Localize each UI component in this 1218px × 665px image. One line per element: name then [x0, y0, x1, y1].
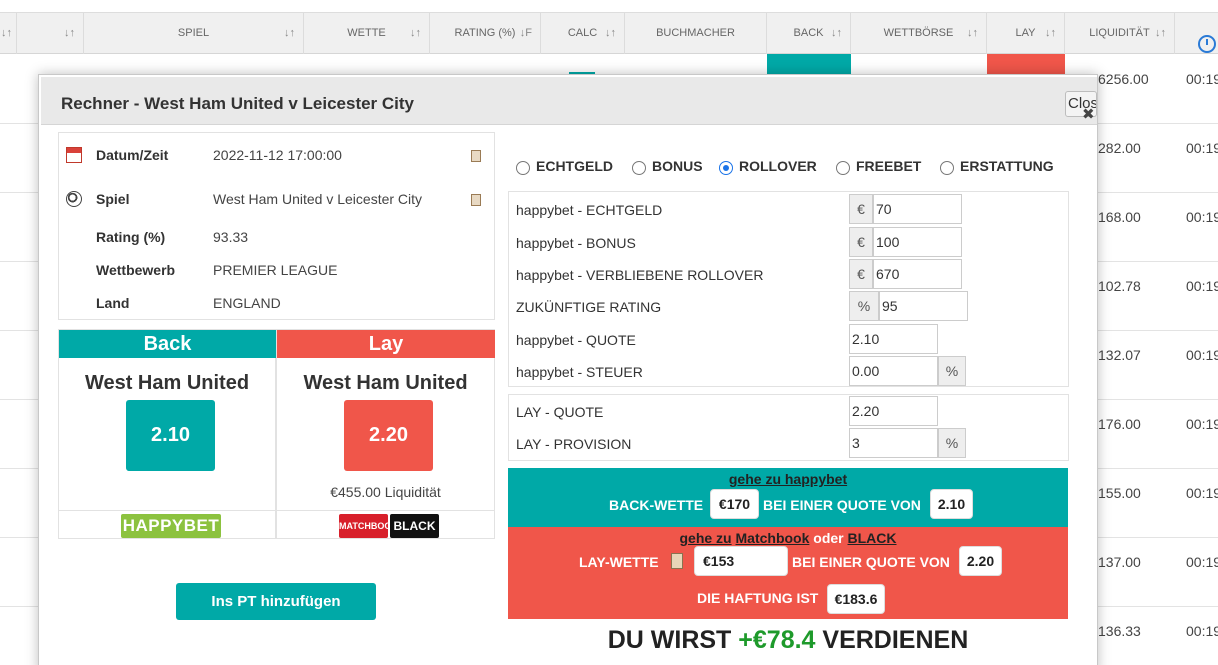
column-header-spiel[interactable]: SPIEL ↓↑ — [84, 13, 304, 54]
lay-result-band: gehe zu Matchbook oder BLACK LAY-WETTE €… — [508, 527, 1068, 619]
radio-bonus[interactable] — [632, 161, 646, 175]
column-header-sort[interactable]: ↓↑ — [17, 13, 84, 54]
back-odds-value: 2.10 — [930, 489, 973, 519]
back-result-band: gehe zu happybet BACK-WETTE €170 BEI EIN… — [508, 468, 1068, 527]
back-calc-panel: happybet - ECHTGELD € 70 happybet - BONU… — [508, 191, 1069, 387]
info-row-datetime: Datum/Zeit 2022-11-12 17:00:00 — [59, 147, 494, 167]
copy-icon[interactable] — [471, 150, 481, 162]
matchbook-logo[interactable]: MATCHBOOK — [339, 514, 398, 538]
percent-addon: % — [938, 356, 966, 386]
percent-addon: % — [849, 291, 879, 321]
back-stake-value: €170 — [710, 489, 759, 519]
column-header-calc[interactable]: CALC ↓↑ — [541, 13, 625, 54]
column-header-wette[interactable]: WETTE ↓↑ — [304, 13, 430, 54]
goto-link-prefix[interactable]: gehe zu — [679, 530, 731, 546]
lay-link-row: gehe zu Matchbook oder BLACK — [508, 530, 1068, 546]
radio-echtgeld[interactable] — [516, 161, 530, 175]
info-row-rating: Rating (%) 93.33 — [96, 229, 249, 245]
info-row-country: Land ENGLAND — [96, 295, 281, 311]
lay-panel: Lay West Ham United 2.20 €455.00 Liquidi… — [276, 329, 495, 539]
football-icon — [66, 191, 82, 207]
goto-bookmaker-link[interactable]: gehe zu happybet — [508, 471, 1068, 487]
commission-input[interactable]: 3 — [849, 428, 938, 458]
calculator-modal: Rechner - West Ham United v Leicester Ci… — [38, 74, 1098, 665]
radio-freebet[interactable] — [836, 161, 850, 175]
column-header-rating[interactable]: RATING (%) ↓F — [430, 13, 541, 54]
lay-header: Lay — [277, 330, 495, 358]
back-header: Back — [59, 330, 276, 358]
currency-addon: € — [849, 259, 873, 289]
copy-icon[interactable] — [471, 194, 481, 206]
tax-input[interactable]: 0.00 — [849, 356, 938, 386]
future-rating-input[interactable]: 95 — [879, 291, 968, 321]
black-logo[interactable]: BLACK — [390, 514, 439, 538]
info-row-match: Spiel West Ham United v Leicester City — [59, 191, 494, 211]
lay-odds-button[interactable]: 2.20 — [344, 400, 433, 471]
modal-title: Rechner - West Ham United v Leicester Ci… — [61, 94, 415, 113]
calendar-icon — [66, 147, 82, 163]
profit-summary: DU WIRST +€78.4 VERDIENEN — [607, 626, 969, 654]
lay-odds-value: 2.20 — [959, 546, 1002, 576]
info-row-competition: Wettbewerb PREMIER LEAGUE — [96, 262, 338, 278]
radio-rollover[interactable] — [719, 161, 733, 175]
percent-addon: % — [938, 428, 966, 458]
column-header-buchmacher[interactable]: BUCHMACHER — [625, 13, 767, 54]
exchange-logo-cell: MATCHBOOK BLACK — [277, 510, 495, 538]
bet-type-selector: ECHTGELD BONUS ROLLOVER FREEBET ERSTATTU… — [508, 132, 1069, 184]
lay-team: West Ham United — [303, 372, 468, 394]
liability-value: €183.6 — [827, 584, 885, 614]
real-money-input[interactable]: 70 — [873, 194, 962, 224]
back-panel: Back West Ham United 2.10 HAPPYBET — [58, 329, 276, 539]
modal-header: Rechner - West Ham United v Leicester Ci… — [41, 77, 1097, 125]
column-header-wettboerse[interactable]: WETTBÖRSE ↓↑ — [851, 13, 987, 54]
goto-matchbook-link[interactable]: Matchbook — [736, 530, 810, 546]
lay-odds-input[interactable]: 2.20 — [849, 396, 938, 426]
column-header-sort[interactable]: ↓↑ — [0, 13, 17, 54]
link-separator: oder — [813, 530, 844, 546]
currency-addon: € — [849, 227, 873, 257]
profit-amount: +€78.4 — [738, 626, 816, 654]
bookmaker-logo-cell: HAPPYBET — [59, 510, 276, 538]
rollover-input[interactable]: 670 — [873, 259, 962, 289]
close-icon[interactable]: ✖ — [1082, 105, 1095, 123]
goto-black-link[interactable]: BLACK — [848, 530, 897, 546]
back-odds-button[interactable]: 2.10 — [126, 400, 215, 471]
column-header-liquiditaet[interactable]: LIQUIDITÄT ↓↑ — [1065, 13, 1175, 54]
lay-stake-value[interactable]: €153 — [694, 546, 788, 576]
happybet-logo[interactable]: HAPPYBET — [121, 514, 221, 538]
column-header-back[interactable]: BACK ↓↑ — [767, 13, 851, 54]
bonus-input[interactable]: 100 — [873, 227, 962, 257]
match-info-panel: Datum/Zeit 2022-11-12 17:00:00 Spiel Wes… — [58, 132, 495, 320]
back-team: West Ham United — [84, 372, 250, 394]
column-header-lay[interactable]: LAY ↓↑ — [987, 13, 1065, 54]
add-to-pt-button[interactable]: Ins PT hinzufügen — [176, 583, 376, 620]
lay-liquidity: €455.00 Liquidität — [330, 484, 441, 500]
bookmaker-odds-input[interactable]: 2.10 — [849, 324, 938, 354]
clock-icon — [1198, 35, 1216, 53]
clipboard-icon[interactable] — [671, 553, 683, 569]
lay-calc-panel: LAY - QUOTE 2.20 LAY - PROVISION 3 % — [508, 394, 1069, 461]
radio-erstattung[interactable] — [940, 161, 954, 175]
currency-addon: € — [849, 194, 873, 224]
table-header: ↓↑ ↓↑ SPIEL ↓↑ WETTE ↓↑ RATING (%) ↓F CALC ↓… — [0, 12, 1218, 54]
